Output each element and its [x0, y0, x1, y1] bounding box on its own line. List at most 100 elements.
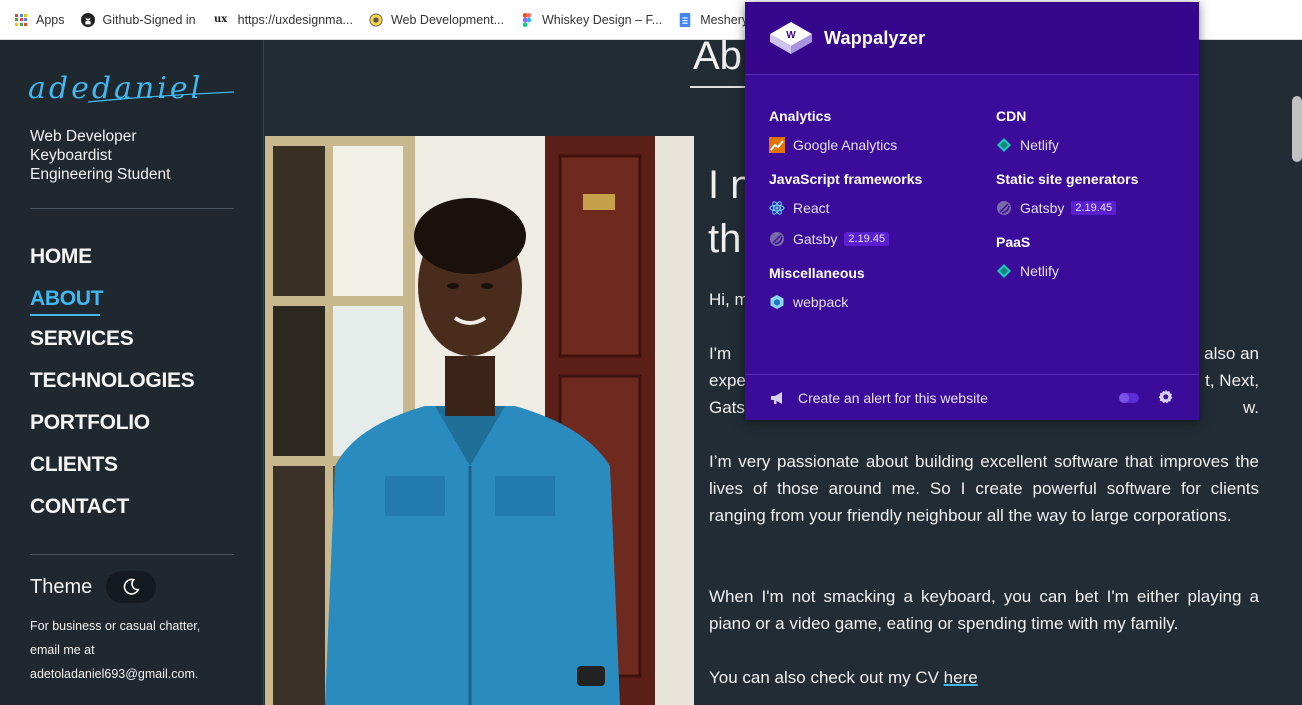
- tagline-line: Web Developer: [30, 128, 137, 145]
- wappalyzer-logo-icon: W: [770, 22, 812, 54]
- contact-text: For business or casual chatter, email me…: [30, 619, 201, 681]
- tagline: Web Developer Keyboardist Engineering St…: [30, 127, 170, 184]
- gear-icon[interactable]: [1158, 389, 1174, 405]
- category-title: Static site generators: [996, 171, 1139, 187]
- web-dev-icon: [369, 12, 383, 27]
- tech-name: Gatsby: [793, 230, 838, 247]
- main-nav: HOME ABOUT SERVICES TECHNOLOGIES PORTFOL…: [30, 246, 195, 538]
- wappalyzer-header: W Wappalyzer: [745, 2, 1199, 75]
- megaphone-icon: [771, 391, 782, 404]
- nav-item-about[interactable]: ABOUT: [30, 288, 194, 328]
- netlify-icon: [996, 263, 1012, 279]
- paragraph-fragment: also an: [1204, 344, 1259, 363]
- tech-item[interactable]: Netlify: [996, 262, 1138, 279]
- page-title: Ab: [693, 34, 742, 78]
- profile-photo: [265, 136, 694, 705]
- cv-link[interactable]: here: [944, 668, 978, 687]
- bookmark-label: Web Development...: [390, 12, 504, 27]
- category-title: Analytics: [769, 108, 832, 124]
- bookmark-label: Github-Signed in: [102, 12, 196, 27]
- figma-icon: [520, 12, 534, 27]
- paragraph-fragment: expe: [709, 371, 746, 390]
- google-analytics-icon: [769, 136, 785, 153]
- theme-label: Theme: [30, 575, 93, 598]
- wappalyzer-footer: Create an alert for this website: [745, 374, 1199, 420]
- tagline-line: Keyboardist: [30, 147, 112, 164]
- alert-toggle[interactable]: [1119, 393, 1139, 403]
- tech-name: Netlify: [1020, 262, 1059, 279]
- tech-item[interactable]: React: [769, 199, 922, 216]
- bookmark-label: Whiskey Design – F...: [542, 12, 663, 27]
- cv-paragraph: You can also check out my CV here: [709, 664, 1259, 691]
- svg-text:W: W: [786, 30, 796, 41]
- bookmark-label: https://uxdesignma...: [237, 12, 353, 27]
- paragraph-fragment: t, Next,: [1205, 371, 1259, 390]
- github-icon: [80, 12, 95, 27]
- docs-icon: [678, 12, 692, 27]
- logo-text: adedaniel: [28, 71, 203, 106]
- paragraph-fragment: w.: [1242, 398, 1259, 417]
- wappalyzer-popup: W Wappalyzer Analytics Google Analytics …: [745, 2, 1199, 420]
- tech-item[interactable]: webpack: [769, 293, 922, 310]
- tech-item[interactable]: Google Analytics: [769, 136, 922, 153]
- nav-item-home[interactable]: HOME: [30, 246, 194, 288]
- netlify-icon: [996, 137, 1012, 153]
- nav-item-technologies[interactable]: TECHNOLOGIES: [30, 370, 195, 412]
- bookmark-uxdesign[interactable]: ux https://uxdesignma...: [212, 13, 353, 27]
- webpack-icon: [769, 294, 785, 310]
- paragraph-fragment: I'm: [709, 344, 732, 363]
- tech-name: Google Analytics: [793, 136, 898, 153]
- nav-item-label: ABOUT: [30, 287, 104, 310]
- react-icon: [769, 200, 785, 216]
- theme-toggle-button[interactable]: [106, 571, 157, 603]
- bookmark-meshery[interactable]: Meshery: [678, 12, 749, 27]
- site-logo[interactable]: adedaniel: [28, 70, 238, 115]
- passion-paragraph: I’m very passionate about building excel…: [709, 452, 1259, 525]
- bookmark-label: Meshery: [700, 12, 749, 27]
- gatsby-icon: [996, 200, 1012, 216]
- tech-group: PaaS Netlify: [996, 234, 1138, 279]
- category-title: PaaS: [996, 234, 1031, 250]
- hobbies-paragraph: When I'm not smacking a keyboard, you ca…: [709, 587, 1259, 633]
- category-title: Miscellaneous: [769, 265, 865, 281]
- bookmark-github[interactable]: Github-Signed in: [80, 12, 196, 27]
- cv-text: You can also check out my CV: [709, 668, 944, 687]
- bookmark-apps[interactable]: Apps: [14, 13, 65, 27]
- moon-icon: [123, 578, 140, 595]
- bookmark-label: Apps: [36, 12, 65, 27]
- tech-group: Analytics Google Analytics: [769, 108, 922, 153]
- apps-grid-icon: [14, 13, 28, 27]
- tech-group: Static site generators Gatsby 2.19.45: [996, 171, 1138, 216]
- bookmark-figma[interactable]: Whiskey Design – F...: [520, 12, 663, 27]
- wappalyzer-brand: Wappalyzer: [824, 27, 926, 48]
- tech-group: JavaScript frameworks React Gatsby 2.19.…: [769, 171, 922, 247]
- tagline-line: Engineering Student: [30, 166, 171, 183]
- page-scrollbar-thumb[interactable]: [1292, 96, 1302, 162]
- divider: [30, 208, 234, 209]
- ux-icon: ux: [214, 14, 228, 25]
- tech-item[interactable]: Netlify: [996, 136, 1138, 153]
- tech-group: Miscellaneous webpack: [769, 265, 922, 310]
- tech-column-right: CDN Netlify Static site generators Gatsb…: [996, 108, 1138, 297]
- tech-name: Netlify: [1020, 136, 1059, 153]
- bookmark-webdev[interactable]: Web Development...: [369, 13, 504, 27]
- tech-name: Gatsby: [1020, 199, 1065, 216]
- tech-item[interactable]: Gatsby 2.19.45: [996, 199, 1138, 216]
- nav-item-contact[interactable]: CONTACT: [30, 496, 194, 538]
- paragraph-fragment: Gats: [709, 398, 745, 417]
- tech-item[interactable]: Gatsby 2.19.45: [769, 230, 922, 247]
- category-title: CDN: [996, 108, 1027, 124]
- nav-item-services[interactable]: SERVICES: [30, 328, 194, 370]
- nav-item-clients[interactable]: CLIENTS: [30, 454, 194, 496]
- title-underline: [690, 86, 750, 88]
- create-alert-link[interactable]: Create an alert for this website: [798, 390, 988, 406]
- version-badge: 2.19.45: [1071, 200, 1117, 215]
- nav-item-portfolio[interactable]: PORTFOLIO: [30, 412, 194, 454]
- version-badge: 2.19.45: [844, 231, 890, 246]
- tech-name: webpack: [793, 293, 849, 310]
- gatsby-icon: [769, 231, 785, 247]
- tech-column-left: Analytics Google Analytics JavaScript fr…: [769, 108, 922, 328]
- sidebar: adedaniel Web Developer Keyboardist Engi…: [0, 40, 264, 705]
- divider: [30, 554, 234, 555]
- tech-group: CDN Netlify: [996, 108, 1138, 153]
